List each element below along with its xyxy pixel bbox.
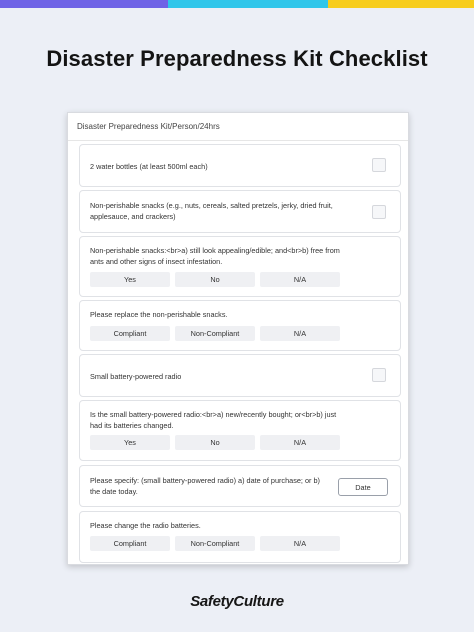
option-no-button[interactable]: No <box>175 435 255 450</box>
color-bar-purple <box>0 0 168 8</box>
response-options: Yes No N/A <box>90 272 340 287</box>
top-color-bar <box>0 0 474 8</box>
checklist-item-snacks-condition: Non-perishable snacks:<br>a) still look … <box>79 236 401 297</box>
page-title: Disaster Preparedness Kit Checklist <box>46 46 428 71</box>
option-yes-button[interactable]: Yes <box>90 435 170 450</box>
item-text: Non-perishable snacks (e.g., nuts, cerea… <box>90 201 333 221</box>
item-text: Non-perishable snacks:<br>a) still look … <box>90 246 340 266</box>
item-text: 2 water bottles (at least 500ml each) <box>90 162 208 171</box>
checklist-item-radio-condition: Is the small battery-powered radio:<br>a… <box>79 400 401 461</box>
option-non-compliant-button[interactable]: Non-Compliant <box>175 326 255 341</box>
item-checkbox[interactable] <box>372 205 386 219</box>
item-checkbox[interactable] <box>372 158 386 172</box>
checklist-item-replace-snacks: Please replace the non-perishable snacks… <box>79 300 401 351</box>
item-text: Is the small battery-powered radio:<br>a… <box>90 410 337 430</box>
option-non-compliant-button[interactable]: Non-Compliant <box>175 536 255 551</box>
option-no-button[interactable]: No <box>175 272 255 287</box>
checklist-header: Disaster Preparedness Kit/Person/24hrs <box>68 113 408 141</box>
option-na-button[interactable]: N/A <box>260 326 340 341</box>
option-yes-button[interactable]: Yes <box>90 272 170 287</box>
checklist-item-change-batteries: Please change the radio batteries. Compl… <box>79 511 401 563</box>
checklist-item-radio: Small battery-powered radio <box>79 354 401 397</box>
item-text: Small battery-powered radio <box>90 372 182 381</box>
option-compliant-button[interactable]: Compliant <box>90 326 170 341</box>
checklist-item-radio-date: Please specify: (small battery-powered r… <box>79 465 401 507</box>
item-text: Please replace the non-perishable snacks… <box>90 310 228 319</box>
response-options: Compliant Non-Compliant N/A <box>90 536 340 551</box>
response-options: Compliant Non-Compliant N/A <box>90 326 340 341</box>
color-bar-cyan <box>168 0 328 8</box>
option-na-button[interactable]: N/A <box>260 536 340 551</box>
date-button[interactable]: Date <box>338 478 388 496</box>
response-options: Yes No N/A <box>90 435 340 450</box>
option-na-button[interactable]: N/A <box>260 272 340 287</box>
checklist-item-water: 2 water bottles (at least 500ml each) <box>79 144 401 187</box>
option-na-button[interactable]: N/A <box>260 435 340 450</box>
color-bar-yellow <box>328 0 474 8</box>
checklist-item-snacks: Non-perishable snacks (e.g., nuts, cerea… <box>79 190 401 233</box>
item-text: Please specify: (small battery-powered r… <box>90 476 320 496</box>
item-text: Please change the radio batteries. <box>90 521 201 530</box>
item-checkbox[interactable] <box>372 368 386 382</box>
checklist-card: Disaster Preparedness Kit/Person/24hrs 2… <box>67 112 409 565</box>
option-compliant-button[interactable]: Compliant <box>90 536 170 551</box>
safetyculture-logo: SafetyCulture <box>190 593 284 610</box>
